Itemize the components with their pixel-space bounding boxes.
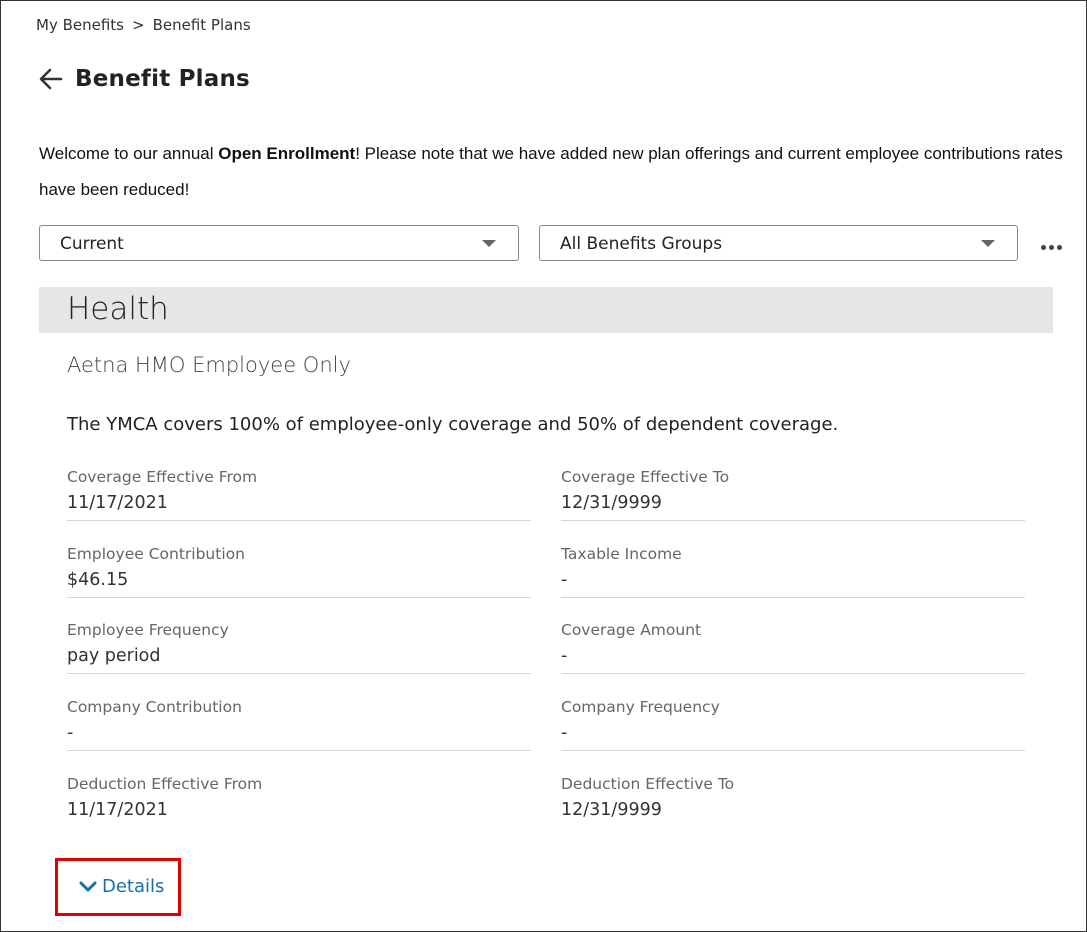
field-label: Company Contribution xyxy=(67,698,242,716)
period-select-value: Current xyxy=(60,234,124,254)
coverage-effective-from-field: Coverage Effective From 11/17/2021 xyxy=(67,468,531,545)
coverage-effective-to-field: Coverage Effective To 12/31/9999 xyxy=(561,468,1025,545)
benefits-group-select[interactable]: All Benefits Groups xyxy=(539,225,1018,261)
field-value: - xyxy=(561,646,568,666)
breadcrumb-separator: > xyxy=(132,16,145,34)
field-label: Taxable Income xyxy=(561,545,682,563)
details-button[interactable]: Details xyxy=(55,858,181,916)
period-select[interactable]: Current xyxy=(39,225,519,261)
field-value: - xyxy=(561,570,568,590)
section-title: Health xyxy=(67,291,169,327)
breadcrumb: My Benefits > Benefit Plans xyxy=(36,16,251,34)
divider xyxy=(561,520,1025,521)
field-label: Coverage Effective To xyxy=(561,468,730,486)
field-value: 11/17/2021 xyxy=(67,800,168,820)
field-value: - xyxy=(561,723,568,743)
field-label: Employee Frequency xyxy=(67,621,229,639)
field-label: Deduction Effective To xyxy=(561,775,735,793)
field-value: 12/31/9999 xyxy=(561,493,662,513)
benefit-plans-page: My Benefits > Benefit Plans Benefit Plans … xyxy=(0,0,1087,932)
field-value: 12/31/9999 xyxy=(561,800,662,820)
welcome-highlight: Open Enrollment xyxy=(218,144,356,163)
field-label: Company Frequency xyxy=(561,698,720,716)
plan-description: The YMCA covers 100% of employee-only co… xyxy=(67,414,839,435)
field-label: Coverage Effective From xyxy=(67,468,258,486)
back-arrow-icon[interactable] xyxy=(37,65,65,93)
section-header: Health xyxy=(39,287,1053,333)
more-options-icon[interactable] xyxy=(1041,235,1069,255)
breadcrumb-my-benefits[interactable]: My Benefits xyxy=(36,16,124,34)
field-label: Deduction Effective From xyxy=(67,775,263,793)
divider xyxy=(67,520,531,521)
taxable-income-field: Taxable Income - xyxy=(561,545,1025,622)
field-value: pay period xyxy=(67,646,161,666)
field-label: Employee Contribution xyxy=(67,545,245,563)
welcome-message: Welcome to our annual Open Enrollment! P… xyxy=(39,136,1069,208)
divider xyxy=(67,673,531,674)
company-contribution-field: Company Contribution - xyxy=(67,698,531,775)
employee-contribution-field: Employee Contribution $46.15 xyxy=(67,545,531,622)
divider xyxy=(67,597,531,598)
employee-frequency-field: Employee Frequency pay period xyxy=(67,621,531,698)
deduction-effective-to-field: Deduction Effective To 12/31/9999 xyxy=(561,775,1025,852)
company-frequency-field: Company Frequency - xyxy=(561,698,1025,775)
chevron-down-icon xyxy=(79,881,97,892)
divider xyxy=(561,597,1025,598)
coverage-amount-field: Coverage Amount - xyxy=(561,621,1025,698)
field-value: 11/17/2021 xyxy=(67,493,168,513)
benefits-group-select-value: All Benefits Groups xyxy=(560,234,723,254)
divider xyxy=(561,673,1025,674)
chevron-down-icon xyxy=(482,240,496,247)
divider xyxy=(67,750,531,751)
page-title: Benefit Plans xyxy=(75,66,250,92)
field-value: $46.15 xyxy=(67,570,129,590)
details-label: Details xyxy=(102,876,165,897)
breadcrumb-benefit-plans: Benefit Plans xyxy=(152,16,251,34)
more-dot xyxy=(1057,245,1062,250)
field-value: - xyxy=(67,723,74,743)
field-label: Coverage Amount xyxy=(561,621,702,639)
divider xyxy=(561,750,1025,751)
plan-name: Aetna HMO Employee Only xyxy=(67,353,351,377)
more-dot xyxy=(1049,245,1054,250)
welcome-prefix: Welcome to our annual xyxy=(39,144,219,163)
more-dot xyxy=(1041,245,1046,250)
page-header: Benefit Plans xyxy=(37,65,250,93)
deduction-effective-from-field: Deduction Effective From 11/17/2021 xyxy=(67,775,531,852)
chevron-down-icon xyxy=(981,240,995,247)
